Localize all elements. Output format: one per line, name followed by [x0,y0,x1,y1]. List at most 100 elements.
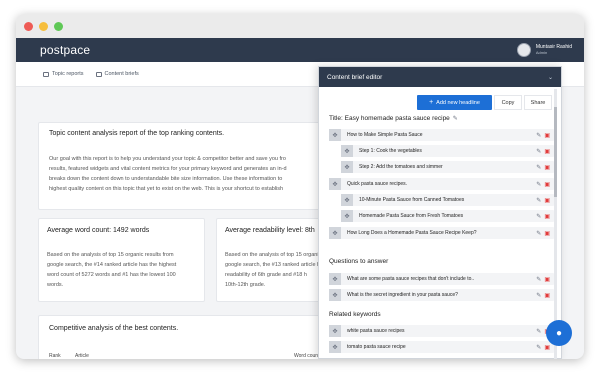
pencil-icon[interactable]: ✎ [536,181,541,188]
pencil-icon[interactable]: ✎ [536,344,541,351]
brief-title: Title: Easy homemade pasta sauce recipe … [329,115,458,122]
minimize-window-dot[interactable] [39,21,48,31]
content-brief-editor: Content brief editor ⌄ + Add new headlin… [318,66,562,359]
add-headline-button[interactable]: + Add new headline [417,95,492,110]
word-count-title: Average word count: 1492 words [47,227,150,234]
pencil-icon[interactable]: ✎ [536,164,541,171]
share-button[interactable]: Share [524,95,552,110]
trash-icon[interactable]: ▣ [544,164,550,171]
panel-title: Content brief editor [327,73,383,81]
headline-row[interactable]: ✥ 10-Minute Pasta Sauce from Canned Tomat… [341,194,554,206]
headline-row[interactable]: ✥ Step 1: Cook the vegetables ✎ ▣ [341,145,554,157]
question-row-text: What is the secret ingredient in your pa… [347,292,458,298]
trash-icon[interactable]: ▣ [544,213,550,220]
word-count-text: Based on the analysis of top 15 organic … [47,250,176,290]
headline-row-text: How to Make Simple Pasta Sauce [347,132,423,138]
word-count-line: Based on the analysis of top 15 organic … [47,252,174,258]
drag-handle-icon[interactable]: ✥ [341,145,353,157]
trash-icon[interactable]: ▣ [544,197,550,204]
drag-handle-icon[interactable]: ✥ [341,161,353,173]
question-row[interactable]: ✥ What is the secret ingredient in your p… [329,289,554,301]
pencil-icon[interactable]: ✎ [536,132,541,139]
pencil-icon[interactable]: ✎ [536,197,541,204]
competitive-table-header: Rank Article Word count [49,353,334,359]
nav-content-briefs-label: Content briefs [104,71,139,77]
headline-row-text: How Long Does a Homemade Pasta Sauce Rec… [347,230,477,236]
pencil-icon[interactable]: ✎ [536,148,541,155]
nav-topic-reports-label: Topic reports [52,71,84,77]
analysis-text: Our goal with this report is to help you… [49,154,335,194]
drag-handle-icon[interactable]: ✥ [329,341,341,353]
brief-title-text: Title: Easy homemade pasta sauce recipe [329,115,450,122]
keyword-row[interactable]: ✥white pasta sauce recipes✎▣ [329,325,554,337]
user-menu[interactable]: Muntasir Rashid Admin [516,43,572,57]
trash-icon[interactable]: ▣ [544,181,550,188]
keyword-row-text: white pasta sauce recipes [347,328,405,334]
word-count-card: Average word count: 1492 words Based on … [38,218,205,302]
nav-topic-reports[interactable]: Topic reports [43,71,84,77]
trash-icon[interactable]: ▣ [544,132,550,139]
headline-row[interactable]: ✥ Homemade Pasta Sauce from Fresh Tomatoe… [341,210,554,222]
competitive-card: Competitive analysis of the best content… [38,315,338,359]
col-word-count: Word count [294,353,320,359]
headline-row-text: 10-Minute Pasta Sauce from Canned Tomato… [359,197,465,203]
col-rank: Rank [49,353,61,359]
chevron-down-icon[interactable]: ⌄ [548,74,553,81]
maximize-window-dot[interactable] [54,21,63,31]
drag-handle-icon[interactable]: ✥ [329,325,341,337]
drag-handle-icon[interactable]: ✥ [329,273,341,285]
competitive-title: Competitive analysis of the best content… [49,325,179,332]
nav-content-briefs[interactable]: Content briefs [95,71,139,77]
keywords-label: Related keywords [329,311,381,318]
app-logo[interactable]: postpace [40,43,90,57]
headline-row-text: Step 1: Cook the vegetables [359,148,422,154]
analysis-line: breaks down the content down to understa… [49,176,283,182]
trash-icon[interactable]: ▣ [544,276,550,283]
analysis-line: highest quality content on this topic th… [49,186,284,192]
avatar [516,43,531,57]
trash-icon[interactable]: ▣ [544,230,550,237]
analysis-line: results, featured widgets and vital cont… [49,166,287,172]
drag-handle-icon[interactable]: ✥ [329,227,341,239]
chat-button[interactable]: ● [546,320,572,346]
trash-icon[interactable]: ▣ [544,344,550,351]
pencil-icon[interactable]: ✎ [536,213,541,220]
pencil-icon[interactable]: ✎ [536,292,541,299]
drag-handle-icon[interactable]: ✥ [329,178,341,190]
pencil-icon[interactable]: ✎ [453,115,458,122]
headline-row-text: Quick pasta sauce recipes. [347,181,408,187]
question-row-text: What are some pasta sauce recipes that d… [347,276,475,282]
pencil-icon[interactable]: ✎ [536,328,541,335]
headline-row[interactable]: ✥ How to Make Simple Pasta Sauce ✎ ▣ [329,129,554,141]
user-role: Admin [535,50,548,55]
drag-handle-icon[interactable]: ✥ [341,210,353,222]
headline-row[interactable]: ✥ How Long Does a Homemade Pasta Sauce Re… [329,227,554,239]
question-row[interactable]: ✥ What are some pasta sauce recipes that … [329,273,554,285]
drag-handle-icon[interactable]: ✥ [329,129,341,141]
panel-header: Content brief editor ⌄ [319,67,561,87]
panel-actions: + Add new headline Copy Share [417,95,552,110]
window-titlebar [16,14,584,38]
grid-icon [95,71,102,77]
analysis-line: Our goal with this report is to help you… [49,156,286,162]
drag-handle-icon[interactable]: ✥ [341,194,353,206]
keyword-row-text: tomato pasta sauce recipe [347,344,406,350]
trash-icon[interactable]: ▣ [544,292,550,299]
headline-row-text: Step 2: Add the tomatoes and simmer [359,164,443,170]
pencil-icon[interactable]: ✎ [536,230,541,237]
close-window-dot[interactable] [24,21,33,31]
add-headline-label: Add new headline [436,99,480,106]
headline-row[interactable]: ✥ Step 2: Add the tomatoes and simmer ✎ ▣ [341,161,554,173]
analysis-card: Topic content analysis report of the top… [38,122,338,210]
headline-row-text: Homemade Pasta Sauce from Fresh Tomatoes [359,213,464,219]
keyword-row[interactable]: ✥ tomato pasta sauce recipe ✎ ▣ [329,341,554,353]
drag-handle-icon[interactable]: ✥ [329,289,341,301]
copy-button[interactable]: Copy [494,95,522,110]
calendar-icon [43,71,49,77]
panel-scrollbar-thumb[interactable] [554,107,557,197]
pencil-icon[interactable]: ✎ [536,276,541,283]
trash-icon[interactable]: ▣ [544,148,550,155]
headline-row[interactable]: ✥ Quick pasta sauce recipes. ✎ ▣ [329,178,554,190]
analysis-title: Topic content analysis report of the top… [49,130,225,137]
readability-title: Average readability level: 8th [225,227,315,234]
